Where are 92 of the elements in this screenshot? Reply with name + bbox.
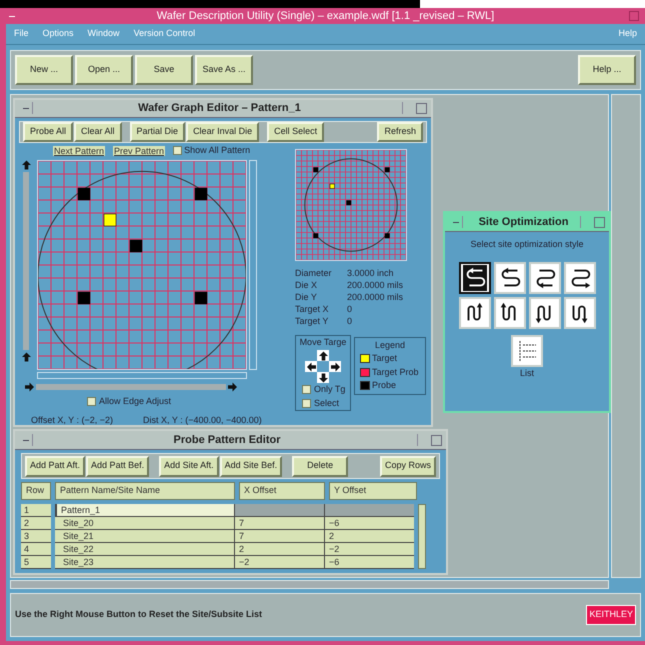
legend-label: Target	[372, 352, 398, 365]
table-cell[interactable]	[325, 504, 414, 517]
status-message: Use the Right Mouse Button to Reset the Site/Subsite List	[15, 608, 264, 622]
table-cell[interactable]	[235, 504, 325, 517]
table-cell: 3	[21, 530, 51, 543]
table-cell[interactable]: 7	[235, 530, 325, 543]
table-cell[interactable]: Site_20	[55, 517, 235, 530]
table-cell[interactable]: Pattern_1	[55, 504, 235, 517]
scroll-right-icon[interactable]	[228, 382, 238, 391]
editor-button[interactable]: Add Site Aft.	[159, 456, 219, 476]
editor-button[interactable]: Probe All	[23, 122, 74, 142]
info-value: 0	[347, 302, 354, 314]
info-label: Diameter	[295, 266, 333, 278]
horizontal-scrollbar[interactable]	[37, 372, 247, 378]
maximize-icon[interactable]	[431, 434, 442, 446]
list-button[interactable]	[511, 334, 543, 366]
table-cell: 4	[21, 543, 51, 556]
table-cell: 2	[21, 517, 51, 530]
panel-title: Legend	[374, 338, 406, 352]
table-cell: 1	[21, 504, 51, 517]
help-button[interactable]: Help ...	[578, 55, 636, 85]
wafer-map-drawing[interactable]	[38, 160, 246, 368]
scroll-track[interactable]	[23, 172, 29, 350]
checkbox-label: Only Tg	[314, 383, 346, 396]
option-checkbox[interactable]	[302, 385, 311, 394]
checkbox-label: Select	[314, 396, 340, 410]
legend-label: Target Prob	[372, 366, 419, 379]
horizontal-scrollbar[interactable]	[10, 580, 609, 589]
brand-logo: KEITHLEY	[586, 605, 636, 625]
info-value: 3.0000 inch	[347, 266, 395, 278]
wafer-map-drawing[interactable]	[296, 150, 406, 260]
distance-readout: Dist X, Y : (−400.00, −400.00)	[143, 414, 262, 427]
scroll-up-icon[interactable]	[22, 160, 30, 170]
window-title: Site Optimization	[478, 214, 570, 230]
show-all-checkbox[interactable]	[173, 146, 182, 155]
toolbar-button[interactable]: Open ...	[75, 55, 133, 85]
editor-button[interactable]: Partial Die	[130, 122, 186, 142]
checkbox-label: Show All Pattern	[184, 144, 250, 157]
info-label: Die Y	[295, 290, 318, 302]
editor-button[interactable]: Add Site Bef.	[220, 456, 282, 476]
toolbar-button[interactable]: Save As ...	[195, 55, 253, 85]
editor-button[interactable]: Clear All	[74, 122, 122, 142]
toolbar-button[interactable]: Save	[135, 55, 193, 85]
offset-readout: Offset X, Y : (−2, −2)	[31, 414, 114, 427]
editor-button[interactable]: Copy Rows	[380, 456, 436, 476]
info-value: 200.0000 mils	[347, 278, 404, 290]
style-button[interactable]	[458, 262, 490, 294]
table-cell[interactable]: −6	[325, 517, 414, 530]
pattern-nav-button[interactable]: Prev Pattern	[113, 146, 166, 156]
window-title: Wafer Graph Editor – Pattern_1	[137, 101, 302, 116]
table-cell[interactable]: 7	[235, 517, 325, 530]
window-title: Wafer Description Utility (Single) – example.wdf [1.1 _revised – RWL]	[156, 8, 496, 24]
column-header[interactable]: Row	[21, 482, 51, 500]
table-cell: 5	[21, 556, 51, 569]
table-cell[interactable]: 2	[235, 543, 325, 556]
toolbar-button[interactable]: New ...	[15, 55, 73, 85]
column-header[interactable]: Y Offset	[329, 482, 417, 500]
editor-button[interactable]: Delete	[292, 456, 348, 476]
editor-button[interactable]: Cell Select	[267, 122, 324, 142]
pattern-nav-button[interactable]: Next Pattern	[53, 146, 106, 156]
prompt-text: Select site optimization style	[470, 238, 584, 251]
info-label: Target X	[295, 302, 330, 314]
checkbox-label: Allow Edge Adjust	[98, 394, 172, 408]
info-value: 0	[347, 314, 354, 326]
scroll-up-icon[interactable]	[22, 352, 30, 362]
column-header[interactable]: X Offset	[239, 482, 325, 500]
table-cell[interactable]: Site_21	[55, 530, 235, 543]
table-cell[interactable]: −6	[325, 556, 414, 569]
info-value: 200.0000 mils	[347, 290, 404, 302]
editor-button[interactable]: Add Patt Bef.	[86, 456, 150, 476]
allow-edge-checkbox[interactable]	[86, 396, 96, 406]
table-cell[interactable]: Site_23	[55, 556, 235, 569]
vertical-scrollbar[interactable]	[418, 504, 426, 569]
info-label: Die X	[295, 278, 318, 290]
info-label: Target Y	[295, 314, 330, 326]
table-cell[interactable]: −2	[235, 556, 325, 569]
editor-button[interactable]: Clear Inval Die	[186, 122, 260, 142]
window-title: Probe Pattern Editor	[172, 432, 282, 448]
table-cell[interactable]: 2	[325, 530, 414, 543]
table-cell[interactable]: −2	[325, 543, 414, 556]
editor-button[interactable]: Refresh	[377, 122, 423, 142]
option-checkbox[interactable]	[302, 398, 311, 408]
maximize-icon[interactable]	[416, 102, 427, 114]
column-header[interactable]: Pattern Name/Site Name	[55, 482, 235, 500]
panel-title: Move Targe	[300, 336, 346, 349]
editor-button[interactable]: Add Patt Aft.	[25, 456, 86, 476]
legend-label: Probe	[372, 379, 396, 392]
scroll-track[interactable]	[36, 384, 226, 390]
table-cell[interactable]: Site_22	[55, 543, 235, 556]
scroll-right-icon[interactable]	[24, 382, 34, 391]
list-label: List	[520, 366, 534, 380]
maximize-icon[interactable]	[594, 216, 605, 228]
